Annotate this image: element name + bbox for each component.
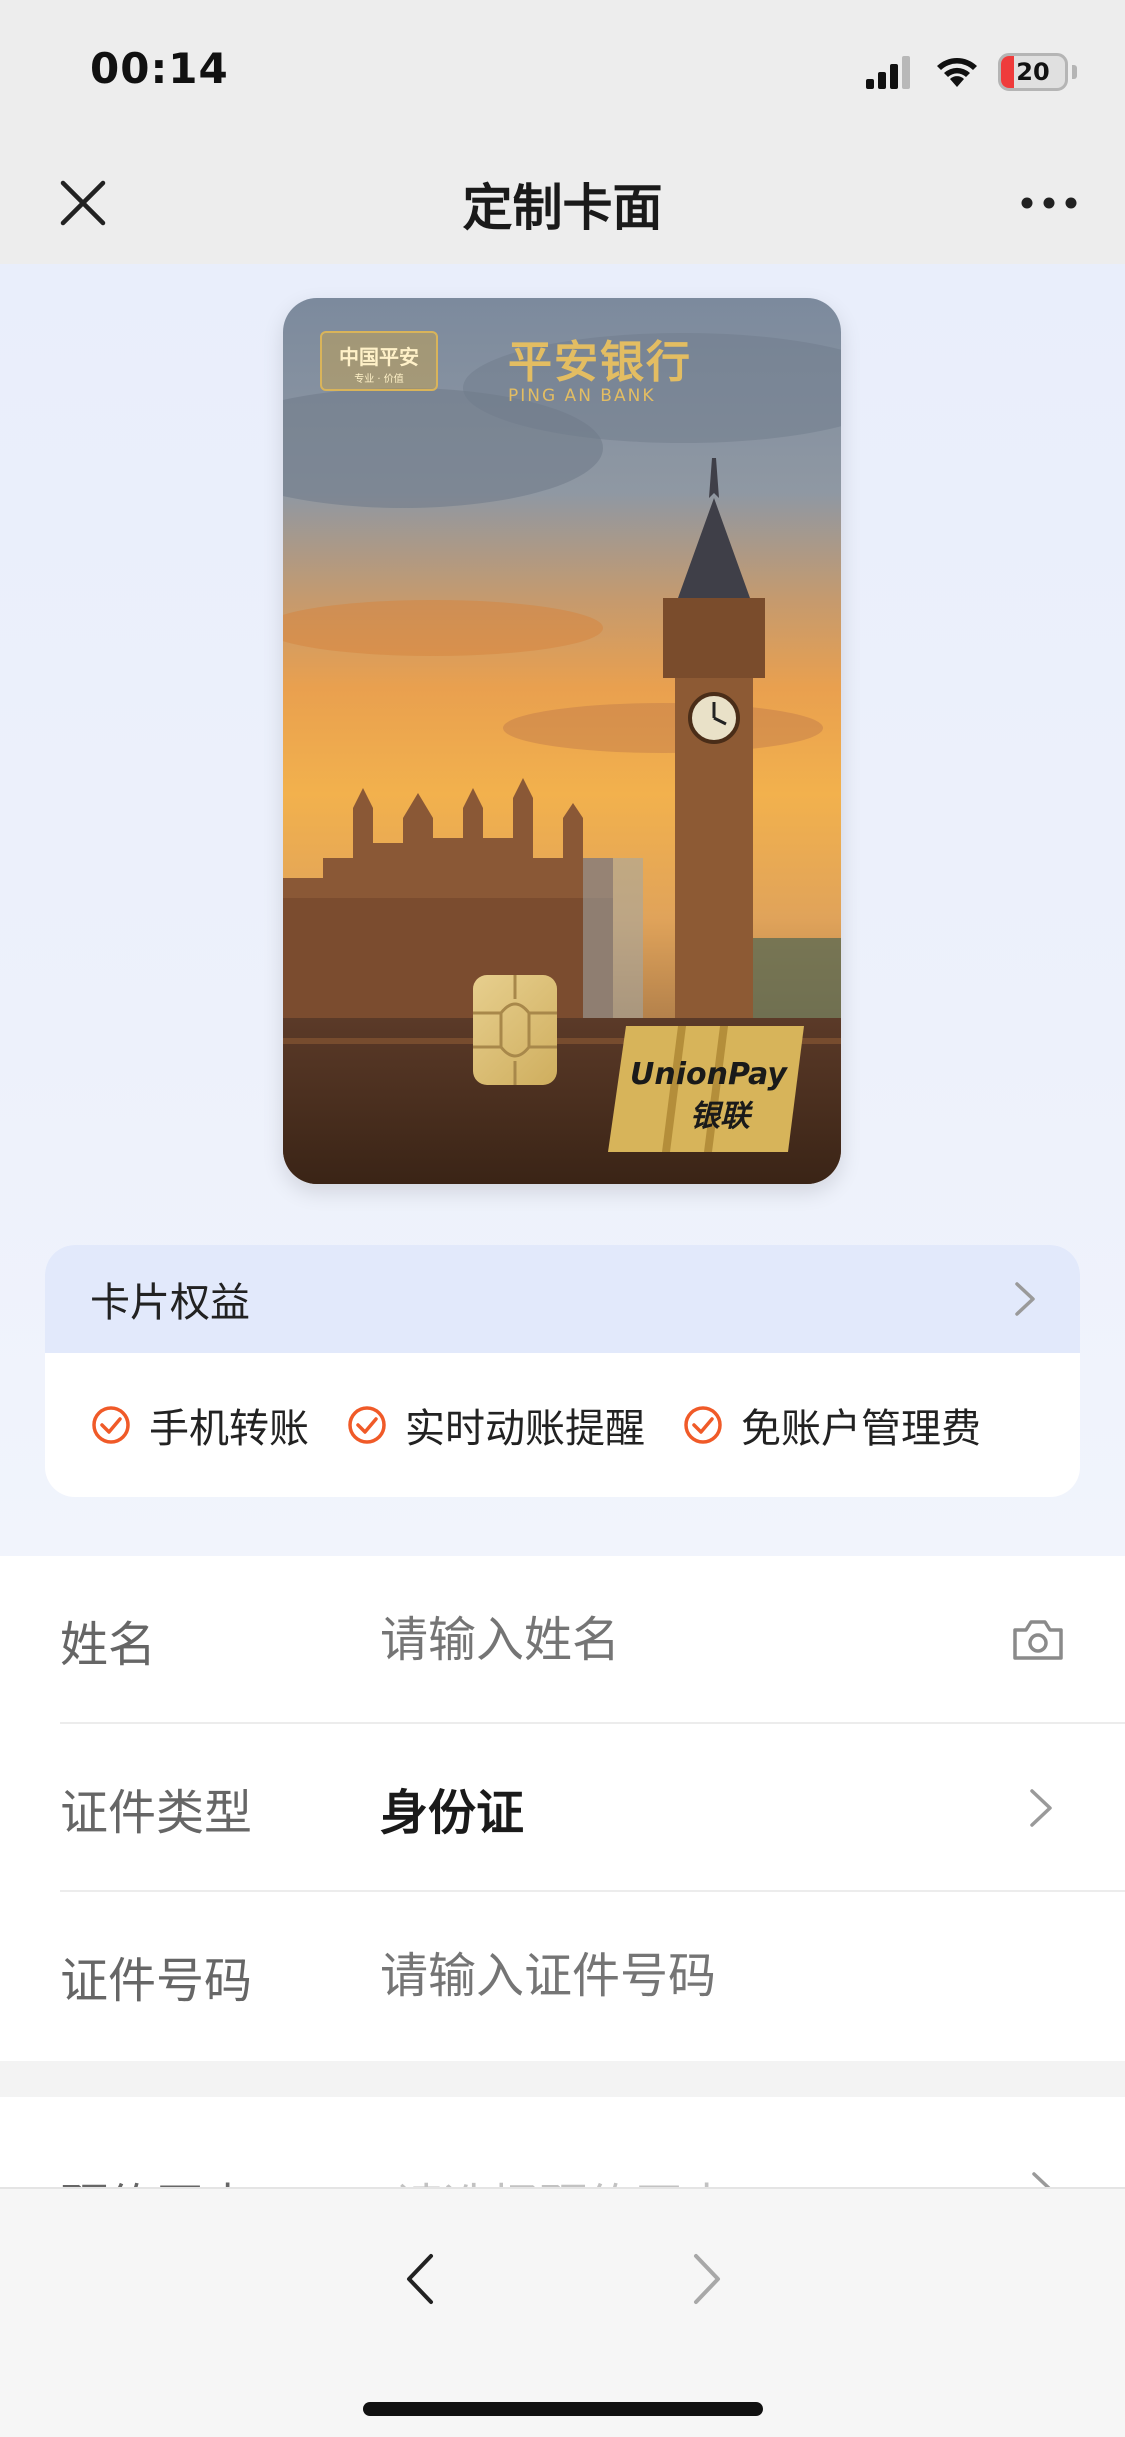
section-gap	[0, 2061, 1125, 2097]
nav-bar: 定制卡面	[0, 140, 1125, 264]
back-button[interactable]	[385, 2239, 455, 2319]
issuer-logo-subtext: 专业 · 价值	[354, 374, 404, 385]
id-number-row: 证件号码	[0, 1892, 1125, 2060]
branch-label: 预约网点	[60, 2167, 252, 2187]
forward-button[interactable]	[672, 2239, 742, 2319]
card-benefits-panel: 卡片权益 手机转账 实时动账提醒 免账户管理费	[45, 1245, 1080, 1497]
check-circle-icon	[348, 1406, 386, 1444]
branch-row[interactable]: 预约网点 请选择预约网点	[0, 2097, 1125, 2187]
network-name-zh: 银联	[690, 1099, 754, 1134]
page-title: 定制卡面	[462, 179, 663, 237]
status-icons: 20	[866, 50, 1077, 94]
browser-bottom-bar	[0, 2187, 1125, 2437]
home-indicator[interactable]	[363, 2402, 763, 2416]
benefit-item: 实时动账提醒	[347, 1396, 645, 1454]
forward-arrow-icon	[694, 2254, 720, 2304]
wifi-icon	[937, 58, 977, 87]
battery-nub	[1072, 65, 1077, 79]
id-number-input[interactable]	[380, 1948, 960, 2004]
status-time: 00:14	[90, 44, 229, 93]
signal-icon	[866, 56, 910, 89]
more-icon	[1021, 197, 1077, 209]
more-button[interactable]	[1009, 168, 1089, 238]
card-benefits-title: 卡片权益	[90, 1280, 250, 1326]
network-name-en: UnionPay	[630, 1057, 788, 1092]
status-bar: 00:14 20	[0, 0, 1125, 140]
check-circle-icon	[92, 1406, 130, 1444]
battery-icon: 20	[998, 53, 1068, 91]
id-type-row[interactable]: 证件类型 身份证	[0, 1724, 1125, 1892]
check-circle-icon	[684, 1406, 722, 1444]
bank-name-zh: 平安银行	[508, 337, 692, 388]
name-input[interactable]	[380, 1612, 960, 1668]
id-number-label: 证件号码	[60, 1953, 253, 2009]
battery-level: 20	[1016, 58, 1050, 86]
benefit-label: 免账户管理费	[741, 1406, 981, 1452]
card-face-preview[interactable]: 中国平安 专业 · 价值 平安银行 PING AN BANK UnionPay …	[283, 298, 841, 1184]
name-label: 姓名	[60, 1617, 157, 1673]
benefit-item: 免账户管理费	[683, 1396, 981, 1454]
camera-icon[interactable]	[1011, 1618, 1065, 1662]
ping-an-group-logo: 中国平安 专业 · 价值	[320, 331, 438, 391]
name-row: 姓名	[0, 1556, 1125, 1724]
id-type-value: 身份证	[380, 1785, 525, 1841]
chip-icon	[473, 975, 557, 1085]
branch-placeholder: 请选择预约网点	[395, 2167, 975, 2187]
card-benefits-list: 手机转账 实时动账提醒 免账户管理费	[45, 1353, 1080, 1497]
issuer-logo-text: 中国平安	[339, 345, 419, 369]
id-type-label: 证件类型	[60, 1785, 253, 1841]
card-benefits-header[interactable]: 卡片权益	[45, 1245, 1080, 1353]
benefit-label: 手机转账	[149, 1406, 309, 1452]
chevron-right-icon	[1030, 1789, 1052, 1827]
chevron-right-icon	[1032, 2172, 1051, 2187]
back-arrow-icon	[407, 2254, 433, 2304]
benefit-label: 实时动账提醒	[405, 1406, 645, 1452]
unionpay-logo: UnionPay 银联	[608, 1026, 804, 1152]
bank-logo: 平安银行 PING AN BANK	[508, 326, 692, 406]
benefit-item: 手机转账	[91, 1396, 309, 1454]
chevron-right-icon	[1015, 1282, 1035, 1316]
applicant-form: 姓名 证件类型 身份证 证件号码	[0, 1556, 1125, 2060]
